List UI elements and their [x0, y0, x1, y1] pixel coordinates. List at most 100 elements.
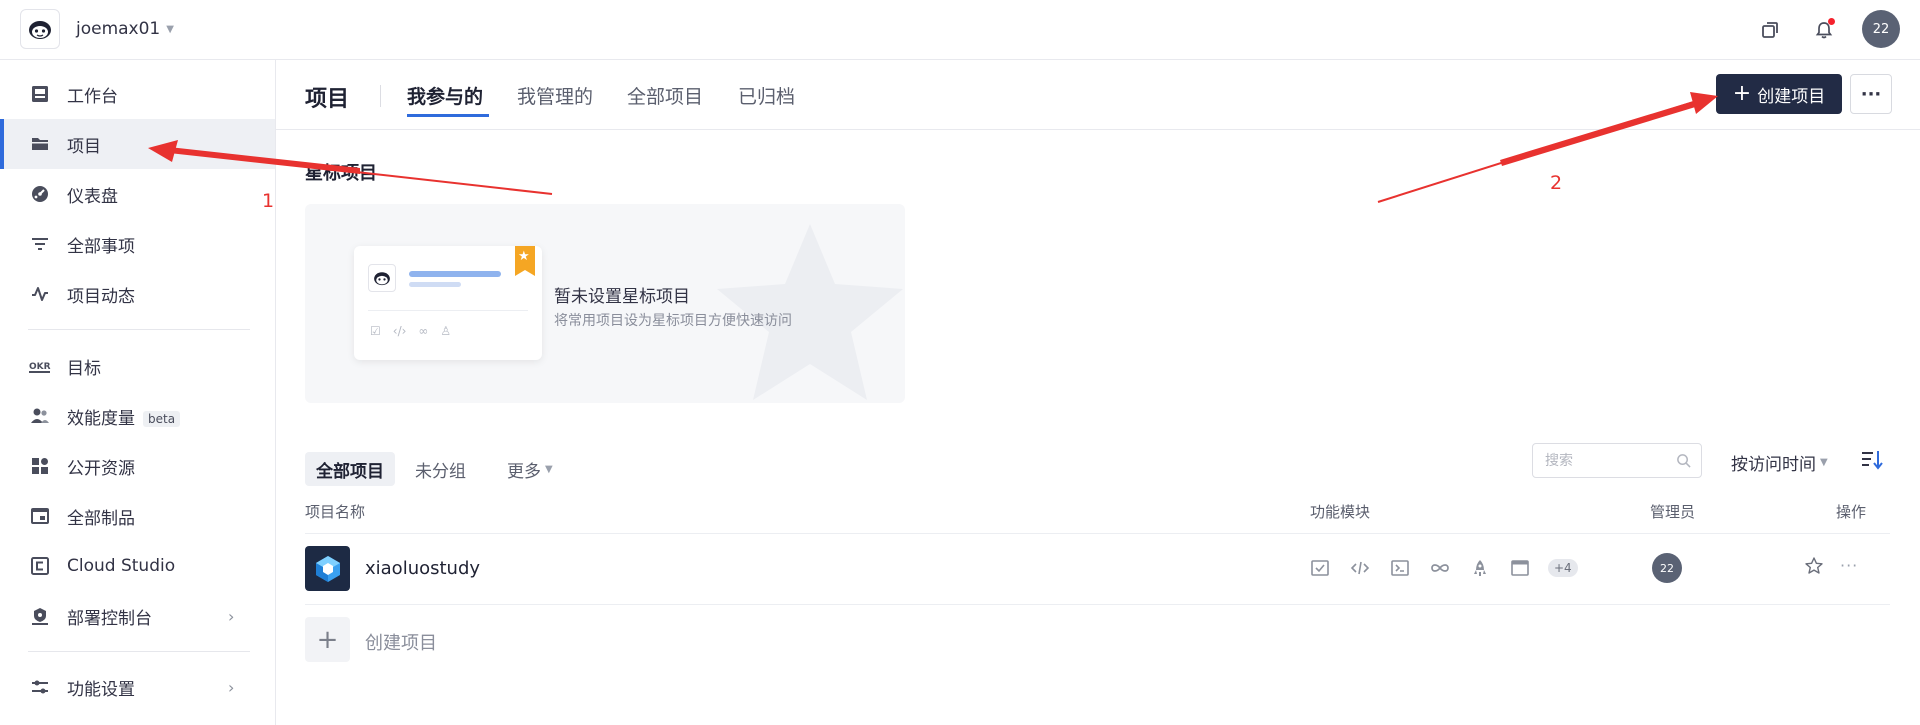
sidebar-item-label: 全部事项 [67, 236, 135, 257]
artifact-box-icon[interactable] [1508, 556, 1532, 580]
filter-more-label: 更多 [507, 461, 541, 482]
sidebar-item-label: 全部制品 [67, 508, 135, 529]
artifact-icon [28, 504, 52, 528]
table-divider [305, 604, 1890, 605]
sidebar-item-workbench[interactable]: 工作台 [0, 69, 275, 119]
sidebar-item-label: 效能度量 [67, 408, 135, 429]
table-divider [305, 533, 1890, 534]
chevron-down-icon: ▼ [166, 23, 174, 35]
create-project-label: 创建项目 [1757, 86, 1826, 107]
sidebar-item-label: 项目 [67, 136, 101, 157]
people-metrics-icon [28, 404, 52, 428]
create-project-link[interactable]: 创建项目 [365, 629, 437, 655]
star-icon[interactable] [1804, 556, 1824, 576]
star-ribbon-icon: ★ [515, 246, 535, 276]
okr-icon: OKR [28, 354, 52, 378]
search-box [1532, 443, 1702, 478]
sidebar-item-efficiency[interactable]: 效能度量 beta [0, 391, 275, 441]
column-header-name: 项目名称 [305, 503, 366, 521]
tab-participated[interactable]: 我参与的 [407, 82, 483, 109]
infinity-icon: ∞ [418, 324, 429, 338]
search-input[interactable] [1533, 444, 1673, 477]
bell-icon[interactable] [1811, 17, 1837, 43]
svg-text:OKR: OKR [29, 362, 51, 372]
filter-all-projects[interactable]: 全部项目 [305, 452, 395, 486]
sidebar-item-label: 部署控制台 [67, 608, 152, 629]
code-icon: ‹/› [392, 324, 407, 338]
tab-managed[interactable]: 我管理的 [517, 82, 593, 109]
chevron-down-icon: ▼ [545, 463, 553, 475]
team-switcher[interactable]: joemax01 ▼ [76, 19, 174, 39]
team-name: joemax01 [76, 19, 161, 39]
placeholder-module-icons: ☑ ‹/› ∞ ♙ [370, 324, 451, 338]
starred-section-title: 星标项目 [305, 163, 377, 184]
filter-more[interactable]: 更多 ▼ [507, 452, 553, 486]
rocket-icon[interactable] [1468, 556, 1492, 580]
sort-order-icon[interactable] [1860, 448, 1884, 472]
project-name[interactable]: xiaoluostudy [365, 558, 480, 579]
sort-select[interactable]: 按访问时间 ▼ [1731, 450, 1828, 475]
annotation-label-1: 1 [262, 190, 275, 212]
sidebar-item-deploy-console[interactable]: 部署控制台 › [0, 591, 275, 641]
row-more-icon[interactable]: ··· [1840, 556, 1858, 575]
code-icon[interactable] [1348, 556, 1372, 580]
beta-badge: beta [143, 410, 181, 427]
starred-empty-subtitle: 将常用项目设为星标项目方便快速访问 [554, 313, 792, 329]
header-divider [380, 85, 381, 107]
tab-archived[interactable]: 已归档 [738, 82, 795, 109]
settings-sliders-icon [28, 675, 52, 699]
dashboard-icon [28, 182, 52, 206]
placeholder-divider [368, 310, 528, 311]
main-header: 项目 我参与的 我管理的 全部项目 已归档 + 创建项目 ··· [276, 60, 1920, 130]
chevron-right-icon: › [228, 677, 235, 697]
workbench-icon [28, 82, 52, 106]
chevron-down-icon: ▼ [1820, 457, 1828, 468]
active-tab-indicator [407, 114, 489, 117]
more-options-button[interactable]: ··· [1850, 74, 1892, 114]
check-box-icon: ☑ [370, 324, 381, 338]
sidebar-item-dashboard[interactable]: 仪表盘 [0, 169, 275, 219]
tab-all-projects[interactable]: 全部项目 [627, 82, 703, 109]
deploy-icon [28, 604, 52, 628]
terminal-icon[interactable] [1388, 556, 1412, 580]
sidebar-item-all-issues[interactable]: 全部事项 [0, 219, 275, 269]
sidebar: 工作台 项目 仪表盘 全部事项 项目动态 OKR 目标 效能度量 beta 公开… [0, 60, 276, 725]
plus-icon: + [1732, 81, 1752, 106]
sidebar-item-label: 仪表盘 [67, 186, 118, 207]
sidebar-item-label: 公开资源 [67, 458, 135, 479]
issue-check-icon[interactable] [1308, 556, 1332, 580]
starred-empty-title: 暂未设置星标项目 [554, 287, 690, 307]
sidebar-item-label-wrap: 效能度量 beta [67, 404, 181, 429]
starred-empty-state: ★ ☑ ‹/› ∞ ♙ 暂未设置星标项目 将常用项目设为星标项目方便快速访问 [305, 204, 905, 403]
filter-ungrouped[interactable]: 未分组 [415, 452, 466, 486]
search-icon[interactable] [1676, 453, 1691, 468]
sidebar-item-project-activity[interactable]: 项目动态 [0, 269, 275, 319]
placeholder-bar [409, 282, 461, 287]
window-switch-icon[interactable] [1757, 17, 1783, 43]
project-modules: +4 [1308, 556, 1578, 580]
admin-avatar[interactable]: 22 [1652, 553, 1682, 583]
filter-list-icon [28, 232, 52, 256]
plus-icon[interactable]: + [305, 617, 350, 662]
app-logo-icon [368, 264, 396, 292]
sidebar-item-artifacts[interactable]: 全部制品 [0, 491, 275, 541]
user-avatar[interactable]: 22 [1862, 10, 1900, 48]
sidebar-item-label: 功能设置 [67, 679, 135, 700]
column-header-modules: 功能模块 [1310, 503, 1371, 521]
sort-label: 按访问时间 [1731, 455, 1816, 475]
sidebar-item-goals[interactable]: OKR 目标 [0, 341, 275, 391]
sidebar-item-cloud-studio[interactable]: Cloud Studio [0, 541, 275, 591]
sidebar-item-projects[interactable]: 项目 [0, 119, 275, 169]
sidebar-item-label: Cloud Studio [67, 556, 176, 576]
annotation-label-2: 2 [1550, 172, 1563, 194]
page-title: 项目 [305, 87, 350, 112]
infinity-icon[interactable] [1428, 556, 1452, 580]
app-logo-icon[interactable] [20, 9, 60, 49]
sidebar-item-public-resources[interactable]: 公开资源 [0, 441, 275, 491]
placeholder-bar [409, 271, 501, 277]
create-project-button[interactable]: + 创建项目 [1716, 74, 1842, 114]
more-modules-badge[interactable]: +4 [1548, 559, 1578, 577]
folder-icon [28, 132, 52, 156]
sidebar-item-feature-settings[interactable]: 功能设置 › [0, 662, 275, 712]
notification-dot [1828, 18, 1835, 25]
